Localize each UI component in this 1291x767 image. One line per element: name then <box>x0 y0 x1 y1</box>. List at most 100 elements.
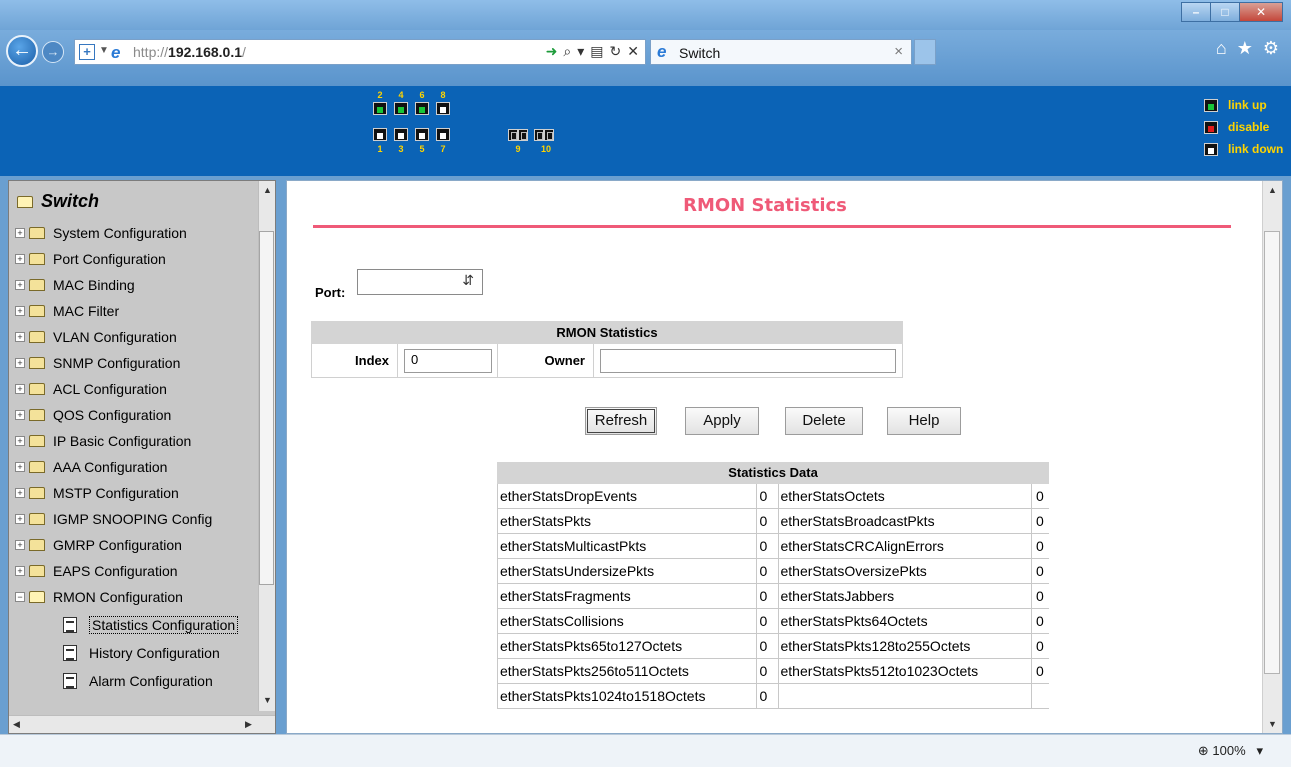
expand-icon[interactable]: + <box>15 566 25 576</box>
sidebar-item-rmon-configuration[interactable]: − RMON Configuration <box>15 585 183 609</box>
zoom-control[interactable]: ⊕ 100% ▾ <box>1198 743 1263 759</box>
search-icon[interactable]: ⌕ <box>563 43 571 60</box>
sidebar-item-alarm-configuration[interactable]: Alarm Configuration <box>63 669 213 693</box>
apply-button[interactable]: Apply <box>685 407 759 435</box>
expand-icon[interactable]: + <box>15 228 25 238</box>
page-title: RMON Statistics <box>683 195 847 216</box>
sidebar-item-gmrp-configuration[interactable]: + GMRP Configuration <box>15 533 182 557</box>
home-icon[interactable]: ⌂ <box>1216 38 1227 59</box>
expand-icon[interactable]: + <box>15 358 25 368</box>
scroll-down-icon[interactable]: ▼ <box>263 695 272 705</box>
favorites-star-icon[interactable]: ★ <box>1237 38 1253 59</box>
sidebar-item-acl-configuration[interactable]: + ACL Configuration <box>15 377 167 401</box>
expand-icon[interactable]: + <box>15 488 25 498</box>
port-2-icon[interactable] <box>373 102 387 115</box>
minimize-icon[interactable]: – <box>1181 2 1211 22</box>
gear-icon[interactable]: ⚙ <box>1263 38 1279 59</box>
chevron-down-icon[interactable]: ▾ <box>1249 743 1263 758</box>
url-text[interactable]: http://192.168.0.1/ <box>133 44 246 60</box>
sidebar-item-statistics-configuration[interactable]: Statistics Configuration <box>63 613 239 637</box>
expand-icon[interactable]: + <box>15 410 25 420</box>
port-10a-icon[interactable] <box>534 129 544 141</box>
browser-tab[interactable]: e Switch × <box>650 39 912 65</box>
sidebar-horizontal-scrollbar[interactable]: ◀ ▶ <box>9 715 275 733</box>
stat-name: etherStatsPkts512to1023Octets <box>778 659 1033 684</box>
index-cell: 0 <box>398 344 498 377</box>
forward-button[interactable]: → <box>42 41 64 63</box>
expand-icon[interactable]: + <box>15 514 25 524</box>
index-input[interactable]: 0 <box>404 348 492 373</box>
tree-root[interactable]: Switch <box>17 191 99 212</box>
sidebar-item-qos-configuration[interactable]: + QOS Configuration <box>15 403 171 427</box>
address-bar[interactable]: + ▼ e http://192.168.0.1/ ➜ ⌕ ▾ ▤ ↻ ✕ <box>74 39 646 65</box>
stat-name: etherStatsFragments <box>498 584 757 609</box>
sidebar-item-port-configuration[interactable]: + Port Configuration <box>15 247 166 271</box>
refresh-icon[interactable]: ↻ <box>610 43 622 60</box>
scroll-up-icon[interactable]: ▲ <box>1268 185 1277 195</box>
ie-tab-icon: e <box>657 42 667 61</box>
expand-icon[interactable]: + <box>15 540 25 550</box>
sidebar-item-mstp-configuration[interactable]: + MSTP Configuration <box>15 481 179 505</box>
sidebar-vertical-scrollbar[interactable]: ▲ ▼ <box>258 181 275 711</box>
port-9a-icon[interactable] <box>508 129 518 141</box>
expand-icon[interactable]: + <box>15 332 25 342</box>
port-7-icon[interactable] <box>436 128 450 141</box>
stop-icon[interactable]: ✕ <box>627 43 639 60</box>
status-bar: ⊕ 100% ▾ <box>0 734 1291 767</box>
chevron-down-icon[interactable]: ▾ <box>577 43 584 60</box>
scroll-right-icon[interactable]: ▶ <box>245 719 252 730</box>
port-4-icon[interactable] <box>394 102 408 115</box>
browser-right-tools: ⌂ ★ ⚙ <box>1216 38 1279 59</box>
sidebar-item-eaps-configuration[interactable]: + EAPS Configuration <box>15 559 178 583</box>
owner-input[interactable] <box>600 348 896 373</box>
table-row: etherStatsCollisions 0 etherStatsPkts64O… <box>497 609 1049 634</box>
back-button[interactable]: ← <box>6 35 38 67</box>
tab-close-icon[interactable]: × <box>894 43 903 60</box>
chevron-down-icon[interactable]: ▼ <box>99 45 109 56</box>
port-10b-icon[interactable] <box>544 129 554 141</box>
sidebar-item-aaa-configuration[interactable]: + AAA Configuration <box>15 455 167 479</box>
port-number: 3 <box>398 144 404 154</box>
scroll-down-icon[interactable]: ▼ <box>1268 719 1277 729</box>
compatibility-icon[interactable]: + <box>79 44 95 60</box>
close-icon[interactable]: ✕ <box>1239 2 1283 22</box>
port-label: Port: <box>315 285 346 300</box>
expand-icon[interactable]: + <box>15 306 25 316</box>
table-row: etherStatsPkts256to511Octets 0 etherStat… <box>497 659 1049 684</box>
sidebar-item-igmp-snooping[interactable]: + IGMP SNOOPING Config <box>15 507 212 531</box>
scrollbar-thumb[interactable] <box>259 231 274 585</box>
sidebar-item-mac-binding[interactable]: + MAC Binding <box>15 273 135 297</box>
folder-icon <box>29 435 45 447</box>
port-5-icon[interactable] <box>415 128 429 141</box>
expand-icon[interactable]: + <box>15 280 25 290</box>
port-9b-icon[interactable] <box>518 129 528 141</box>
new-tab-button[interactable] <box>914 39 936 65</box>
help-button[interactable]: Help <box>887 407 961 435</box>
delete-button[interactable]: Delete <box>785 407 863 435</box>
sidebar-item-snmp-configuration[interactable]: + SNMP Configuration <box>15 351 180 375</box>
expand-icon[interactable]: + <box>15 436 25 446</box>
refresh-button[interactable]: Refresh <box>585 407 657 435</box>
collapse-icon[interactable]: − <box>15 592 25 602</box>
scroll-left-icon[interactable]: ◀ <box>13 719 20 730</box>
content-vertical-scrollbar[interactable]: ▲ ▼ <box>1262 181 1282 733</box>
expand-icon[interactable]: + <box>15 254 25 264</box>
port-select[interactable]: ⇵ <box>357 269 483 295</box>
port-8-icon[interactable] <box>436 102 450 115</box>
go-icon[interactable]: ➜ <box>546 43 558 60</box>
sidebar-item-mac-filter[interactable]: + MAC Filter <box>15 299 119 323</box>
stat-value <box>1032 684 1049 709</box>
maximize-icon[interactable]: □ <box>1210 2 1240 22</box>
scroll-up-icon[interactable]: ▲ <box>263 185 272 195</box>
sidebar-item-vlan-configuration[interactable]: + VLAN Configuration <box>15 325 177 349</box>
sidebar-item-history-configuration[interactable]: History Configuration <box>63 641 220 665</box>
sidebar-item-system-configuration[interactable]: + System Configuration <box>15 221 187 245</box>
expand-icon[interactable]: + <box>15 462 25 472</box>
sidebar-item-ip-basic-configuration[interactable]: + IP Basic Configuration <box>15 429 191 453</box>
scrollbar-thumb[interactable] <box>1264 231 1280 674</box>
compat-view-icon[interactable]: ▤ <box>590 43 603 60</box>
port-1-icon[interactable] <box>373 128 387 141</box>
port-3-icon[interactable] <box>394 128 408 141</box>
port-6-icon[interactable] <box>415 102 429 115</box>
expand-icon[interactable]: + <box>15 384 25 394</box>
